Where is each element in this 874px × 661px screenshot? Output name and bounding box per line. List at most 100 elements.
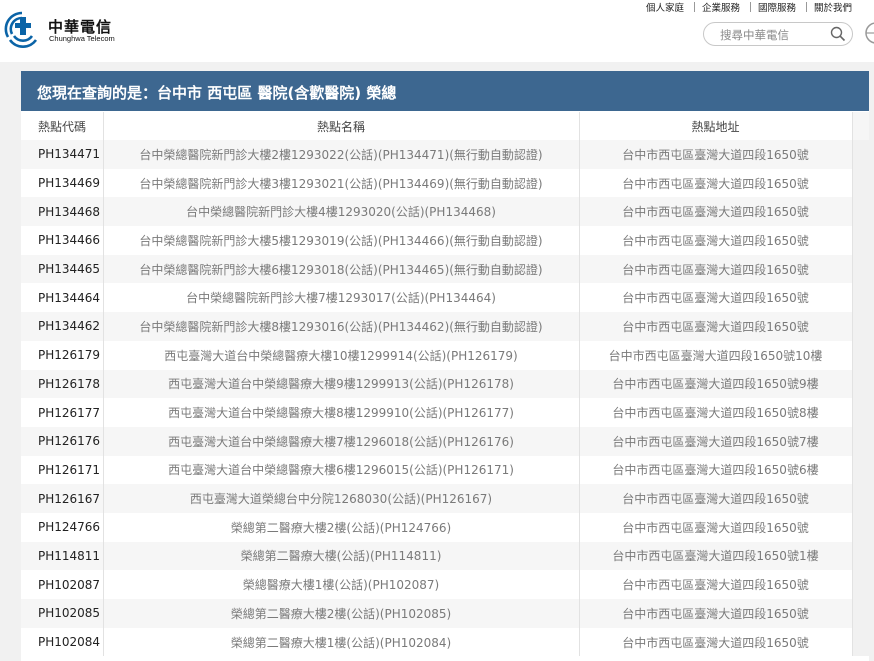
brand-logo[interactable]: 中華電信 Chunghwa Telecom <box>2 9 122 49</box>
hotspot-address-cell: 台中市西屯區臺灣大道四段1650號 <box>578 140 852 169</box>
hotspot-code-cell: PH114811 <box>21 541 103 571</box>
row-spacer <box>851 340 869 370</box>
hotspot-name-cell: 西屯臺灣大道榮總台中分院1268030(公話)(PH126167) <box>102 484 579 513</box>
brand-name-en: Chunghwa Telecom <box>49 34 115 43</box>
hotspot-name-cell: 西屯臺灣大道台中榮總醫療大樓10樓1299914(公話)(PH126179) <box>102 340 579 370</box>
query-title-bar: 您現在查詢的是：台中市 西屯區 醫院(含歡醫院) 榮總 <box>21 71 869 111</box>
table-row: PH102084 榮總第二醫療大樓1樓(公話)(PH102084) 台中市西屯區臺灣… <box>21 627 869 657</box>
chunghwa-logo-icon <box>4 11 38 48</box>
hotspot-address-cell: 台中市西屯區臺灣大道四段1650號 <box>578 312 852 341</box>
hotspot-name-cell: 榮總醫療大樓1樓(公話)(PH102087) <box>102 570 579 599</box>
hotspot-name-cell: 西屯臺灣大道台中榮總醫療大樓9樓1299913(公話)(PH126178) <box>102 369 579 399</box>
row-spacer <box>851 512 869 542</box>
column-header-address: 熱點地址 <box>578 112 852 140</box>
hotspot-address-cell: 台中市西屯區臺灣大道四段1650號10樓 <box>578 340 852 370</box>
page-title: 您現在查詢的是：台中市 西屯區 醫院(含歡醫院) 榮總 <box>37 84 397 102</box>
table-row: PH126176 西屯臺灣大道台中榮總醫療大樓7樓1296018(公話)(PH12… <box>21 426 869 456</box>
globe-icon[interactable] <box>864 21 874 45</box>
hotspot-code-cell: PH134464 <box>21 283 103 313</box>
nav-divider <box>694 2 695 12</box>
table-row: PH134464 台中榮總醫院新門診大樓7樓1293017(公話)(PH13446… <box>21 283 869 313</box>
row-spacer <box>851 254 869 284</box>
hotspot-code-cell: PH134462 <box>21 312 103 341</box>
column-spacer <box>851 112 869 140</box>
nav-item-personal[interactable]: 個人家庭 <box>646 0 684 14</box>
row-spacer <box>851 627 869 657</box>
table-row: PH126178 西屯臺灣大道台中榮總醫療大樓9樓1299913(公話)(PH12… <box>21 369 869 399</box>
hotspot-code-cell: PH134469 <box>21 168 103 198</box>
nav-item-about[interactable]: 關於我們 <box>814 0 852 14</box>
table-row: PH124766 榮總第二醫療大樓2樓(公話)(PH124766) 台中市西屯區臺灣… <box>21 512 869 542</box>
hotspot-address-cell: 台中市西屯區臺灣大道四段1650號 <box>578 627 852 657</box>
table-row: PH134466 台中榮總醫院新門診大樓5樓1293019(公話)(PH13446… <box>21 226 869 255</box>
row-spacer <box>851 599 869 628</box>
hotspot-code-cell: PH134471 <box>21 140 103 169</box>
row-spacer <box>851 168 869 198</box>
hotspot-name-cell: 台中榮總醫院新門診大樓3樓1293021(公話)(PH134469)(無行動自動… <box>102 168 579 198</box>
table-row: PH134471 台中榮總醫院新門診大樓2樓1293022(公話)(PH13447… <box>21 140 869 169</box>
table-row: PH134465 台中榮總醫院新門診大樓6樓1293018(公話)(PH13446… <box>21 254 869 284</box>
table-row: PH134462 台中榮總醫院新門診大樓8樓1293016(公話)(PH13446… <box>21 312 869 341</box>
hotspot-address-cell: 台中市西屯區臺灣大道四段1650號 <box>578 197 852 227</box>
hotspot-results-panel: 您現在查詢的是：台中市 西屯區 醫院(含歡醫院) 榮總 熱點代碼 熱點名稱 熱點… <box>21 71 869 661</box>
hotspot-address-cell: 台中市西屯區臺灣大道四段1650號 <box>578 226 852 255</box>
nav-item-enterprise[interactable]: 企業服務 <box>702 0 740 14</box>
search-box <box>703 22 853 46</box>
hotspot-address-cell: 台中市西屯區臺灣大道四段1650號 <box>578 599 852 628</box>
hotspot-name-cell: 台中榮總醫院新門診大樓5樓1293019(公話)(PH134466)(無行動自動… <box>102 226 579 255</box>
search-icon[interactable] <box>830 26 846 42</box>
hotspot-address-cell: 台中市西屯區臺灣大道四段1650號9樓 <box>578 369 852 399</box>
hotspot-code-cell: PH102087 <box>21 570 103 599</box>
hotspot-address-cell: 台中市西屯區臺灣大道四段1650號 <box>578 512 852 542</box>
search-input[interactable] <box>718 25 828 45</box>
table-row: PH126179 西屯臺灣大道台中榮總醫療大樓10樓1299914(公話)(PH1… <box>21 340 869 370</box>
hotspot-name-cell: 榮總第二醫療大樓2樓(公話)(PH124766) <box>102 512 579 542</box>
row-spacer <box>851 484 869 513</box>
hotspot-code-cell: PH134468 <box>21 197 103 227</box>
hotspot-code-cell: PH126171 <box>21 455 103 485</box>
hotspot-name-cell: 台中榮總醫院新門診大樓8樓1293016(公話)(PH134462)(無行動自動… <box>102 312 579 341</box>
hotspot-code-cell: PH126176 <box>21 426 103 456</box>
row-spacer <box>851 398 869 427</box>
hotspot-address-cell: 台中市西屯區臺灣大道四段1650號 <box>578 168 852 198</box>
table-body: PH134471 台中榮總醫院新門診大樓2樓1293022(公話)(PH13447… <box>21 140 869 657</box>
row-spacer <box>851 570 869 599</box>
hotspot-name-cell: 榮總第二醫療大樓(公話)(PH114811) <box>102 541 579 571</box>
hotspot-code-cell: PH126177 <box>21 398 103 427</box>
row-spacer <box>851 226 869 255</box>
hotspot-name-cell: 台中榮總醫院新門診大樓4樓1293020(公話)(PH134468) <box>102 197 579 227</box>
column-header-code: 熱點代碼 <box>38 119 87 134</box>
hotspot-address-cell: 台中市西屯區臺灣大道四段1650號 <box>578 570 852 599</box>
table-row: PH126167 西屯臺灣大道榮總台中分院1268030(公話)(PH126167… <box>21 484 869 513</box>
hotspot-name-cell: 西屯臺灣大道台中榮總醫療大樓7樓1296018(公話)(PH126176) <box>102 426 579 456</box>
row-spacer <box>851 455 869 485</box>
hotspot-code-cell: PH126179 <box>21 340 103 370</box>
table-row: PH114811 榮總第二醫療大樓(公話)(PH114811) 台中市西屯區臺灣大道… <box>21 541 869 571</box>
nav-divider <box>806 2 807 12</box>
hotspot-name-cell: 台中榮總醫院新門診大樓2樓1293022(公話)(PH134471)(無行動自動… <box>102 140 579 169</box>
hotspot-address-cell: 台中市西屯區臺灣大道四段1650號6樓 <box>578 455 852 485</box>
table-header-row: 熱點代碼 熱點名稱 熱點地址 <box>21 112 869 140</box>
hotspot-name-cell: 榮總第二醫療大樓2樓(公話)(PH102085) <box>102 599 579 628</box>
table-row: PH126171 西屯臺灣大道台中榮總醫療大樓6樓1296015(公話)(PH12… <box>21 455 869 485</box>
row-spacer <box>851 426 869 456</box>
row-spacer <box>851 369 869 399</box>
hotspot-code-cell: PH126167 <box>21 484 103 513</box>
table-row: PH102087 榮總醫療大樓1樓(公話)(PH102087) 台中市西屯區臺灣大道… <box>21 570 869 599</box>
hotspot-code-cell: PH124766 <box>21 512 103 542</box>
row-spacer <box>851 541 869 571</box>
row-spacer <box>851 312 869 341</box>
nav-divider <box>750 2 751 12</box>
column-header-name: 熱點名稱 <box>102 112 579 140</box>
hotspot-table: 熱點代碼 熱點名稱 熱點地址 PH134471 台中榮總醫院新門診大樓2樓1293… <box>21 112 869 657</box>
hotspot-address-cell: 台中市西屯區臺灣大道四段1650號 <box>578 484 852 513</box>
hotspot-name-cell: 西屯臺灣大道台中榮總醫療大樓8樓1299910(公話)(PH126177) <box>102 398 579 427</box>
nav-item-international[interactable]: 國際服務 <box>758 0 796 14</box>
hotspot-name-cell: 西屯臺灣大道台中榮總醫療大樓6樓1296015(公話)(PH126171) <box>102 455 579 485</box>
hotspot-name-cell: 榮總第二醫療大樓1樓(公話)(PH102084) <box>102 627 579 657</box>
row-spacer <box>851 140 869 169</box>
table-row: PH134468 台中榮總醫院新門診大樓4樓1293020(公話)(PH13446… <box>21 197 869 227</box>
hotspot-address-cell: 台中市西屯區臺灣大道四段1650號8樓 <box>578 398 852 427</box>
hotspot-address-cell: 台中市西屯區臺灣大道四段1650號 <box>578 254 852 284</box>
hotspot-code-cell: PH126178 <box>21 369 103 399</box>
